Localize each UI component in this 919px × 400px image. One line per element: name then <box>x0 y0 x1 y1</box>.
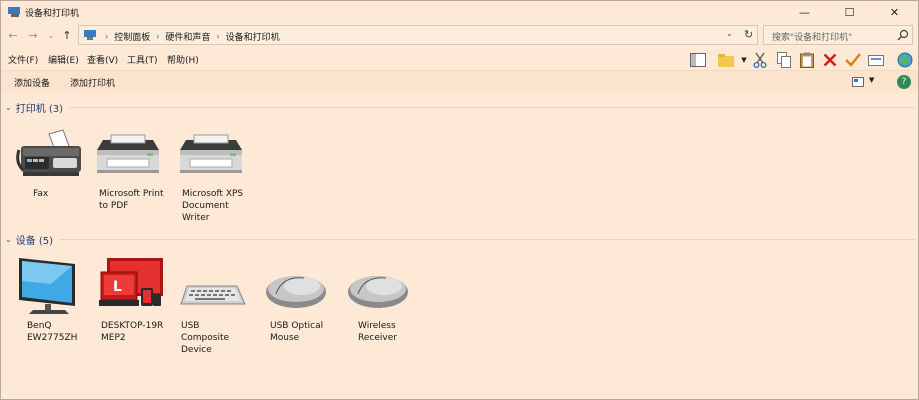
printer-icon <box>97 134 159 173</box>
mouse-icon <box>348 276 408 308</box>
device-item-fax[interactable]: Fax <box>11 126 89 216</box>
device-item-wireless-receiver[interactable]: Wireless Receiver <box>340 254 418 349</box>
device-item-benq-monitor[interactable]: BenQ EW2775ZH <box>11 254 89 349</box>
device-item-label: Microsoft Print to PDF <box>99 189 164 211</box>
menu-bar: 文件(F) 编辑(E) 查看(V) 工具(T) 帮助(H) ▼ <box>1 48 918 70</box>
breadcrumb-hardware-sound[interactable]: 硬件和声音 <box>165 30 210 43</box>
printer-icon <box>180 134 242 173</box>
breadcrumb-separator-icon[interactable]: › <box>216 32 219 41</box>
monitor-icon <box>19 258 75 314</box>
close-button[interactable]: ✕ <box>872 1 917 23</box>
help-icon[interactable]: ? <box>897 75 911 89</box>
device-item-usb-mouse[interactable]: USB Optical Mouse <box>258 254 336 349</box>
device-item-label: Fax <box>33 189 49 199</box>
minimize-button[interactable]: — <box>782 1 827 23</box>
delete-icon[interactable] <box>821 51 839 68</box>
recent-locations-chevron-icon[interactable]: ⌄ <box>43 27 59 43</box>
view-options-icon[interactable] <box>852 77 864 87</box>
menu-tools[interactable]: 工具(T) <box>127 53 158 66</box>
keyboard-icon <box>180 285 246 305</box>
group-devices-title: 设备 (5) <box>15 236 54 247</box>
group-devices-header[interactable]: ⌄ 设备 (5) <box>5 232 915 247</box>
address-dropdown-icon[interactable]: ⌄ <box>726 29 733 38</box>
svg-text:L: L <box>113 279 122 295</box>
device-item-label: USB Composite Device <box>181 321 230 355</box>
window-title: 设备和打印机 <box>25 9 80 19</box>
collapse-chevron-icon[interactable]: ⌄ <box>5 103 12 112</box>
paste-icon[interactable] <box>798 51 816 68</box>
menu-edit[interactable]: 编辑(E) <box>48 53 79 66</box>
add-device-button[interactable]: 添加设备 <box>14 76 50 89</box>
search-input[interactable]: 搜索"设备和打印机" <box>763 25 913 45</box>
group-printers-header[interactable]: ⌄ 打印机 (3) <box>5 100 915 115</box>
search-placeholder: 搜索"设备和打印机" <box>772 33 853 43</box>
address-bar[interactable]: › 控制面板 › 硬件和声音 › 设备和打印机 ⌄ ↻ <box>78 25 758 45</box>
breadcrumb-separator-icon[interactable]: › <box>156 32 159 41</box>
menu-file[interactable]: 文件(F) <box>8 53 38 66</box>
device-item-print-to-pdf[interactable]: Microsoft Print to PDF <box>89 126 167 216</box>
computer-icon: L <box>99 258 163 306</box>
group-divider <box>59 239 915 240</box>
folder-icon[interactable] <box>717 51 735 68</box>
control-panel-icon <box>84 30 96 40</box>
up-arrow-icon[interactable]: ↑ <box>59 27 75 43</box>
menu-view[interactable]: 查看(V) <box>87 53 118 66</box>
forward-arrow-icon[interactable]: → <box>25 27 41 43</box>
copy-icon[interactable] <box>775 51 793 68</box>
device-item-desktop-computer[interactable]: L DESKTOP-19R MEP2 <box>91 254 169 349</box>
breadcrumb-separator-icon[interactable]: › <box>105 32 108 41</box>
group-divider <box>69 107 915 108</box>
title-bar: 设备和打印机 — ☐ ✕ <box>1 1 918 23</box>
refresh-icon[interactable]: ↻ <box>744 28 753 41</box>
devices-and-printers-window: 设备和打印机 — ☐ ✕ ← → ⌄ ↑ › 控制面板 › 硬件和声音 › 设备… <box>0 0 919 400</box>
properties-icon[interactable] <box>867 51 885 68</box>
group-printers-title: 打印机 (3) <box>15 104 64 115</box>
command-bar: 添加设备 添加打印机 ▼ ? <box>1 70 918 92</box>
collapse-chevron-icon[interactable]: ⌄ <box>5 235 12 244</box>
fax-icon <box>16 129 81 176</box>
breadcrumb: › 控制面板 › 硬件和声音 › 设备和打印机 <box>99 30 280 43</box>
breadcrumb-control-panel[interactable]: 控制面板 <box>114 30 150 43</box>
device-item-label: Wireless Receiver <box>358 321 397 343</box>
address-row: ← → ⌄ ↑ › 控制面板 › 硬件和声音 › 设备和打印机 ⌄ ↻ 搜索"设… <box>1 23 918 47</box>
back-arrow-icon[interactable]: ← <box>5 27 21 43</box>
menu-help[interactable]: 帮助(H) <box>167 53 199 66</box>
cut-icon[interactable] <box>751 51 769 68</box>
device-item-label: Microsoft XPS Document Writer <box>182 189 244 223</box>
add-printer-button[interactable]: 添加打印机 <box>70 76 115 89</box>
preview-pane-icon[interactable] <box>689 51 707 68</box>
checkmark-icon[interactable] <box>844 51 862 68</box>
devices-printers-icon <box>8 7 20 17</box>
globe-icon[interactable] <box>896 51 914 68</box>
device-item-label: DESKTOP-19R MEP2 <box>101 321 164 343</box>
view-dropdown-icon[interactable]: ▼ <box>869 76 874 84</box>
device-item-usb-composite[interactable]: USB Composite Device <box>171 254 249 355</box>
breadcrumb-devices-printers[interactable]: 设备和打印机 <box>226 30 280 43</box>
device-item-label: USB Optical Mouse <box>270 321 324 343</box>
device-item-label: BenQ EW2775ZH <box>27 321 78 343</box>
device-item-xps-writer[interactable]: Microsoft XPS Document Writer <box>172 126 250 226</box>
maximize-button[interactable]: ☐ <box>827 1 872 23</box>
mouse-icon <box>266 276 326 308</box>
search-icon[interactable] <box>897 29 909 41</box>
